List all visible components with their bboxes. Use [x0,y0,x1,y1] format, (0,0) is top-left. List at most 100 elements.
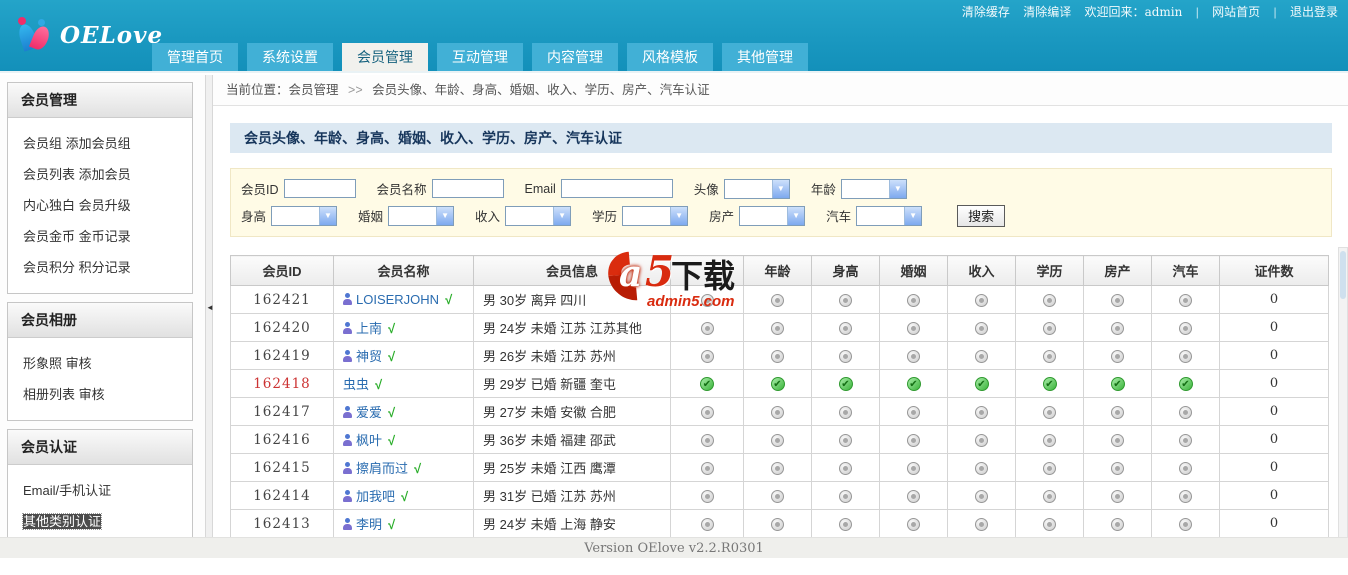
nav-tab-系统设置[interactable]: 系统设置 [247,43,333,71]
nav-tab-会员管理[interactable]: 会员管理 [342,43,428,71]
sidebar-item[interactable]: 会员组 添加会员组 [8,127,192,158]
radio-button-icon[interactable] [1043,350,1056,364]
radio-button-icon[interactable] [1043,406,1056,420]
radio-button-icon[interactable] [771,462,784,476]
approved-check-icon[interactable]: ✔ [700,377,714,392]
logout-link[interactable]: 退出登录 [1290,5,1338,19]
radio-button-icon[interactable] [907,294,920,308]
radio-button-icon[interactable] [839,490,852,504]
radio-button-icon[interactable] [700,406,714,420]
radio-button-icon[interactable] [771,350,784,364]
radio-button-icon[interactable] [1111,322,1124,336]
nav-tab-风格模板[interactable]: 风格模板 [627,43,713,71]
radio-button-icon[interactable] [700,490,714,504]
sidebar-item[interactable]: 会员金币 金币记录 [8,220,192,251]
radio-button-icon[interactable] [700,350,714,364]
radio-button-icon[interactable] [1111,350,1124,364]
radio-button-icon[interactable] [700,322,714,336]
radio-button-icon[interactable] [1179,518,1192,532]
member-name-link[interactable]: 虫虫 [343,377,369,392]
radio-button-icon[interactable] [1111,294,1124,308]
nav-tab-其他管理[interactable]: 其他管理 [722,43,808,71]
search-select-婚姻[interactable]: ▼ [388,205,455,226]
radio-button-icon[interactable] [1043,322,1056,336]
radio-button-icon[interactable] [907,518,920,532]
clear-cache-link[interactable]: 清除缓存 [962,5,1010,19]
radio-button-icon[interactable] [839,294,852,308]
member-name-link[interactable]: 上南 [356,321,382,336]
member-name-link[interactable]: 神贸 [356,349,382,364]
scrollbar-thumb[interactable] [1340,251,1346,299]
member-name-link[interactable]: 爱爱 [356,405,382,420]
search-select-汽车[interactable]: ▼ [856,205,923,226]
approved-check-icon[interactable]: ✔ [1178,377,1193,392]
radio-button-icon[interactable] [1179,294,1192,308]
radio-button-icon[interactable] [700,434,714,448]
search-input-会员名称[interactable] [431,179,504,198]
clear-compile-link[interactable]: 清除编译 [1023,5,1071,19]
member-name-link[interactable]: LOISERJOHN [356,292,439,307]
radio-button-icon[interactable] [839,518,852,532]
approved-check-icon[interactable]: ✔ [1042,377,1057,392]
search-input-会员ID[interactable] [283,179,356,198]
approved-check-icon[interactable]: ✔ [906,377,921,392]
search-select-身高[interactable]: ▼ [271,205,338,226]
member-name-link[interactable]: 加我吧 [356,489,395,504]
radio-button-icon[interactable] [771,322,784,336]
radio-button-icon[interactable] [839,350,852,364]
radio-button-icon[interactable] [975,518,988,532]
radio-button-icon[interactable] [839,462,852,476]
panel-splitter[interactable]: ◄ [205,75,214,575]
radio-button-icon[interactable] [907,490,920,504]
approved-check-icon[interactable]: ✔ [1110,377,1125,392]
radio-button-icon[interactable] [771,434,784,448]
sidebar-item[interactable]: 会员积分 积分记录 [8,251,192,282]
nav-tab-互动管理[interactable]: 互动管理 [437,43,523,71]
radio-button-icon[interactable] [1111,406,1124,420]
radio-button-icon[interactable] [771,518,784,532]
radio-button-icon[interactable] [907,322,920,336]
nav-tab-管理首页[interactable]: 管理首页 [152,43,238,71]
radio-button-icon[interactable] [1043,462,1056,476]
radio-button-icon[interactable] [839,322,852,336]
sidebar-item[interactable]: 形象照 审核 [8,347,192,378]
sidebar-item[interactable]: Email/手机认证 [8,474,192,505]
radio-button-icon[interactable] [975,434,988,448]
radio-button-icon[interactable] [700,462,714,476]
radio-button-icon[interactable] [700,518,714,532]
member-name-link[interactable]: 擦肩而过 [356,461,408,476]
search-select-房产[interactable]: ▼ [739,205,806,226]
vertical-scrollbar[interactable] [1338,247,1348,547]
radio-button-icon[interactable] [1179,462,1192,476]
search-button[interactable]: 搜索 [957,204,1006,227]
nav-tab-内容管理[interactable]: 内容管理 [532,43,618,71]
radio-button-icon[interactable] [975,462,988,476]
radio-button-icon[interactable] [1111,518,1124,532]
sidebar-item[interactable]: 相册列表 审核 [8,378,192,409]
radio-button-icon[interactable] [907,462,920,476]
radio-button-icon[interactable] [1043,518,1056,532]
breadcrumb-section[interactable]: 会员管理 [289,83,339,97]
radio-button-icon[interactable] [1179,406,1192,420]
radio-button-icon[interactable] [975,350,988,364]
radio-button-icon[interactable] [700,294,714,308]
radio-button-icon[interactable] [839,406,852,420]
search-select-年龄[interactable]: ▼ [840,178,907,199]
radio-button-icon[interactable] [1179,322,1192,336]
radio-button-icon[interactable] [839,434,852,448]
radio-button-icon[interactable] [1179,350,1192,364]
radio-button-icon[interactable] [975,294,988,308]
site-home-link[interactable]: 网站首页 [1212,5,1260,19]
sidebar-item[interactable]: 会员列表 添加会员 [8,158,192,189]
radio-button-icon[interactable] [907,434,920,448]
radio-button-icon[interactable] [907,406,920,420]
search-select-学历[interactable]: ▼ [622,205,689,226]
approved-check-icon[interactable]: ✔ [838,377,853,392]
radio-button-icon[interactable] [1043,490,1056,504]
sidebar-item[interactable]: 其他类别认证 [8,505,192,536]
search-select-头像[interactable]: ▼ [723,178,790,199]
radio-button-icon[interactable] [1179,434,1192,448]
radio-button-icon[interactable] [1179,490,1192,504]
radio-button-icon[interactable] [1111,462,1124,476]
search-input-Email[interactable] [560,179,673,198]
